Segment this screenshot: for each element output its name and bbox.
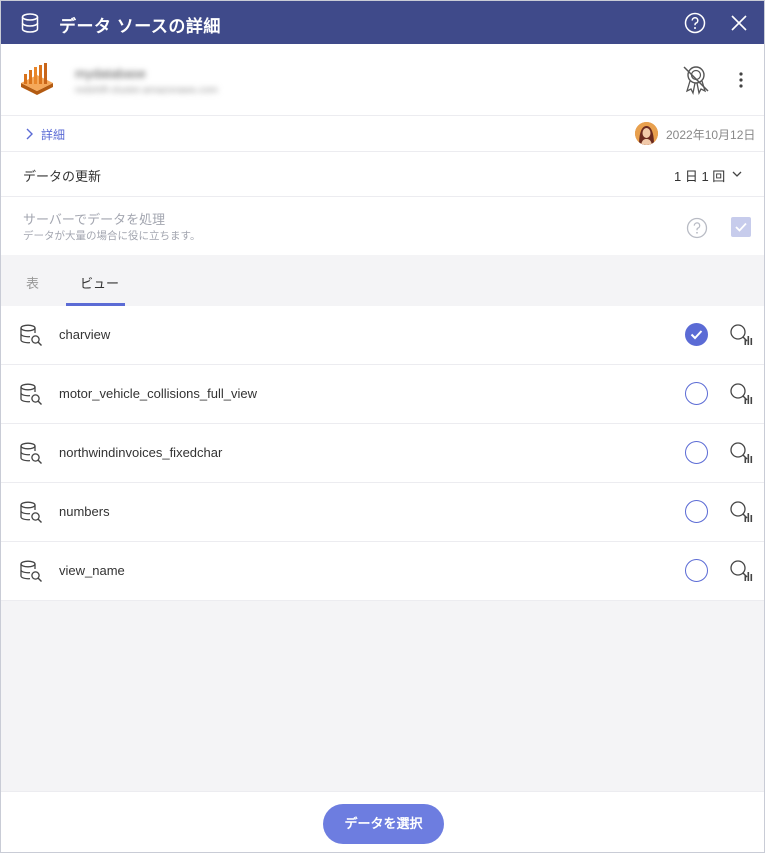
view-list-item[interactable]: northwindinvoices_fixedchar <box>1 424 764 483</box>
view-select-radio[interactable] <box>685 441 708 464</box>
inspect-data-icon[interactable] <box>729 323 753 347</box>
checkmark-icon <box>690 330 703 340</box>
source-subtitle: redshift-cluster.amazonaws.com <box>75 85 218 96</box>
tab-views[interactable]: ビュー <box>80 273 119 292</box>
chevron-down-icon[interactable] <box>732 169 742 179</box>
help-icon[interactable] <box>686 217 708 239</box>
view-select-radio[interactable] <box>685 382 708 405</box>
inspect-data-icon[interactable] <box>729 441 753 465</box>
empty-area <box>1 601 764 791</box>
view-select-radio[interactable] <box>685 559 708 582</box>
view-name: northwindinvoices_fixedchar <box>59 445 223 460</box>
source-name: mydatabase <box>75 66 146 81</box>
chevron-right-icon[interactable] <box>24 128 34 140</box>
details-link[interactable]: 詳細 <box>41 126 65 143</box>
database-search-icon <box>20 383 42 405</box>
avatar-portrait-icon <box>635 122 658 145</box>
avatar <box>635 122 658 145</box>
view-select-radio[interactable] <box>685 500 708 523</box>
last-updated-date: 2022年10月12日 <box>666 128 756 142</box>
inspect-data-icon[interactable] <box>729 559 753 583</box>
data-refresh-row[interactable]: データの更新 1 日 1 回 <box>1 152 764 197</box>
database-icon <box>21 13 39 33</box>
tab-tables[interactable]: 表 <box>26 273 39 292</box>
database-search-icon <box>20 324 42 346</box>
data-source-details-dialog: データ ソースの詳細 mydatabase redshift-cluster.a… <box>0 0 765 853</box>
server-processing-checkbox[interactable] <box>731 217 751 237</box>
dialog-header: データ ソースの詳細 <box>1 1 764 44</box>
checkmark-icon <box>735 222 747 232</box>
view-name: view_name <box>59 563 125 578</box>
view-list-item[interactable]: charview <box>1 306 764 365</box>
view-name: charview <box>59 327 111 342</box>
details-row: 詳細 2022年10月12日 <box>1 116 764 152</box>
more-vertical-icon[interactable] <box>733 70 749 90</box>
server-processing-description: データが大量の場合に役に立ちます。 <box>23 230 201 242</box>
server-processing-row: サーバーでデータを処理 データが大量の場合に役に立ちます。 <box>1 197 764 255</box>
inspect-data-icon[interactable] <box>729 382 753 406</box>
view-name: motor_vehicle_collisions_full_view <box>59 386 257 401</box>
server-processing-label: サーバーでデータを処理 <box>23 212 166 227</box>
certified-off-icon[interactable] <box>680 63 712 95</box>
help-icon[interactable] <box>684 12 706 34</box>
dialog-title: データ ソースの詳細 <box>59 17 221 36</box>
redshift-logo-icon <box>21 63 53 95</box>
database-search-icon <box>20 501 42 523</box>
close-icon[interactable] <box>729 13 749 33</box>
view-list-item[interactable]: view_name <box>1 542 764 601</box>
database-search-icon <box>20 560 42 582</box>
view-select-radio[interactable] <box>685 323 708 346</box>
refresh-frequency-value[interactable]: 1 日 1 回 <box>674 166 725 185</box>
tab-bar: 表 ビュー <box>1 255 764 306</box>
source-info: mydatabase redshift-cluster.amazonaws.co… <box>1 44 764 116</box>
database-search-icon <box>20 442 42 464</box>
views-list: charview motor_vehicle_collisions_full_vi… <box>1 306 764 601</box>
view-list-item[interactable]: numbers <box>1 483 764 542</box>
inspect-data-icon[interactable] <box>729 500 753 524</box>
view-list-item[interactable]: motor_vehicle_collisions_full_view <box>1 365 764 424</box>
select-data-button[interactable]: データを選択 <box>323 804 444 844</box>
dialog-footer: データを選択 <box>1 791 764 852</box>
view-name: numbers <box>59 504 110 519</box>
data-refresh-label: データの更新 <box>23 169 102 184</box>
